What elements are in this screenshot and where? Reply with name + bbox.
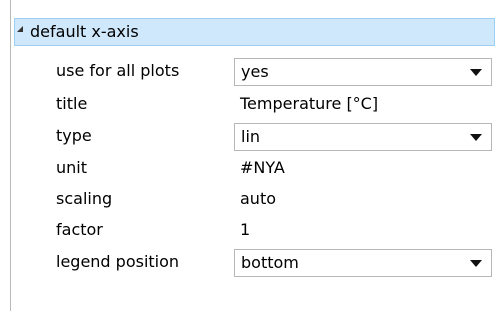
chevron-down-icon[interactable] <box>470 69 482 76</box>
property-label: title <box>56 94 88 113</box>
property-label: legend position <box>56 252 180 271</box>
property-row-legend-position: legend position bottom <box>44 247 495 277</box>
property-row-factor: factor 1 <box>44 215 495 245</box>
group-header-label: default x-axis <box>30 22 139 41</box>
dropdown-value: lin <box>241 127 261 146</box>
property-label: factor <box>56 220 103 239</box>
scaling-value[interactable]: auto <box>240 184 276 214</box>
use-for-all-plots-dropdown[interactable]: yes <box>234 58 492 86</box>
type-dropdown[interactable]: lin <box>234 123 492 151</box>
property-row-scaling: scaling auto <box>44 184 495 214</box>
chevron-down-icon[interactable] <box>470 260 482 267</box>
chevron-down-icon[interactable] <box>470 134 482 141</box>
tree-guide-line <box>10 0 11 311</box>
property-label: use for all plots <box>56 61 180 80</box>
dropdown-value: bottom <box>241 253 299 272</box>
factor-value[interactable]: 1 <box>240 215 250 245</box>
dropdown-value: yes <box>241 62 269 81</box>
property-label: scaling <box>56 189 113 208</box>
title-value[interactable]: Temperature [°C] <box>240 89 378 119</box>
property-row-use-for-all-plots: use for all plots yes <box>44 56 495 86</box>
property-grid: default x-axis use for all plots yes tit… <box>0 0 495 311</box>
property-row-type: type lin <box>44 121 495 151</box>
triangle-expanded-icon[interactable] <box>17 26 23 32</box>
property-row-title: title Temperature [°C] <box>44 89 495 119</box>
property-label: unit <box>56 158 87 177</box>
unit-value[interactable]: #NYA <box>240 153 285 183</box>
property-row-unit: unit #NYA <box>44 153 495 183</box>
legend-position-dropdown[interactable]: bottom <box>234 249 492 277</box>
property-label: type <box>56 126 92 145</box>
